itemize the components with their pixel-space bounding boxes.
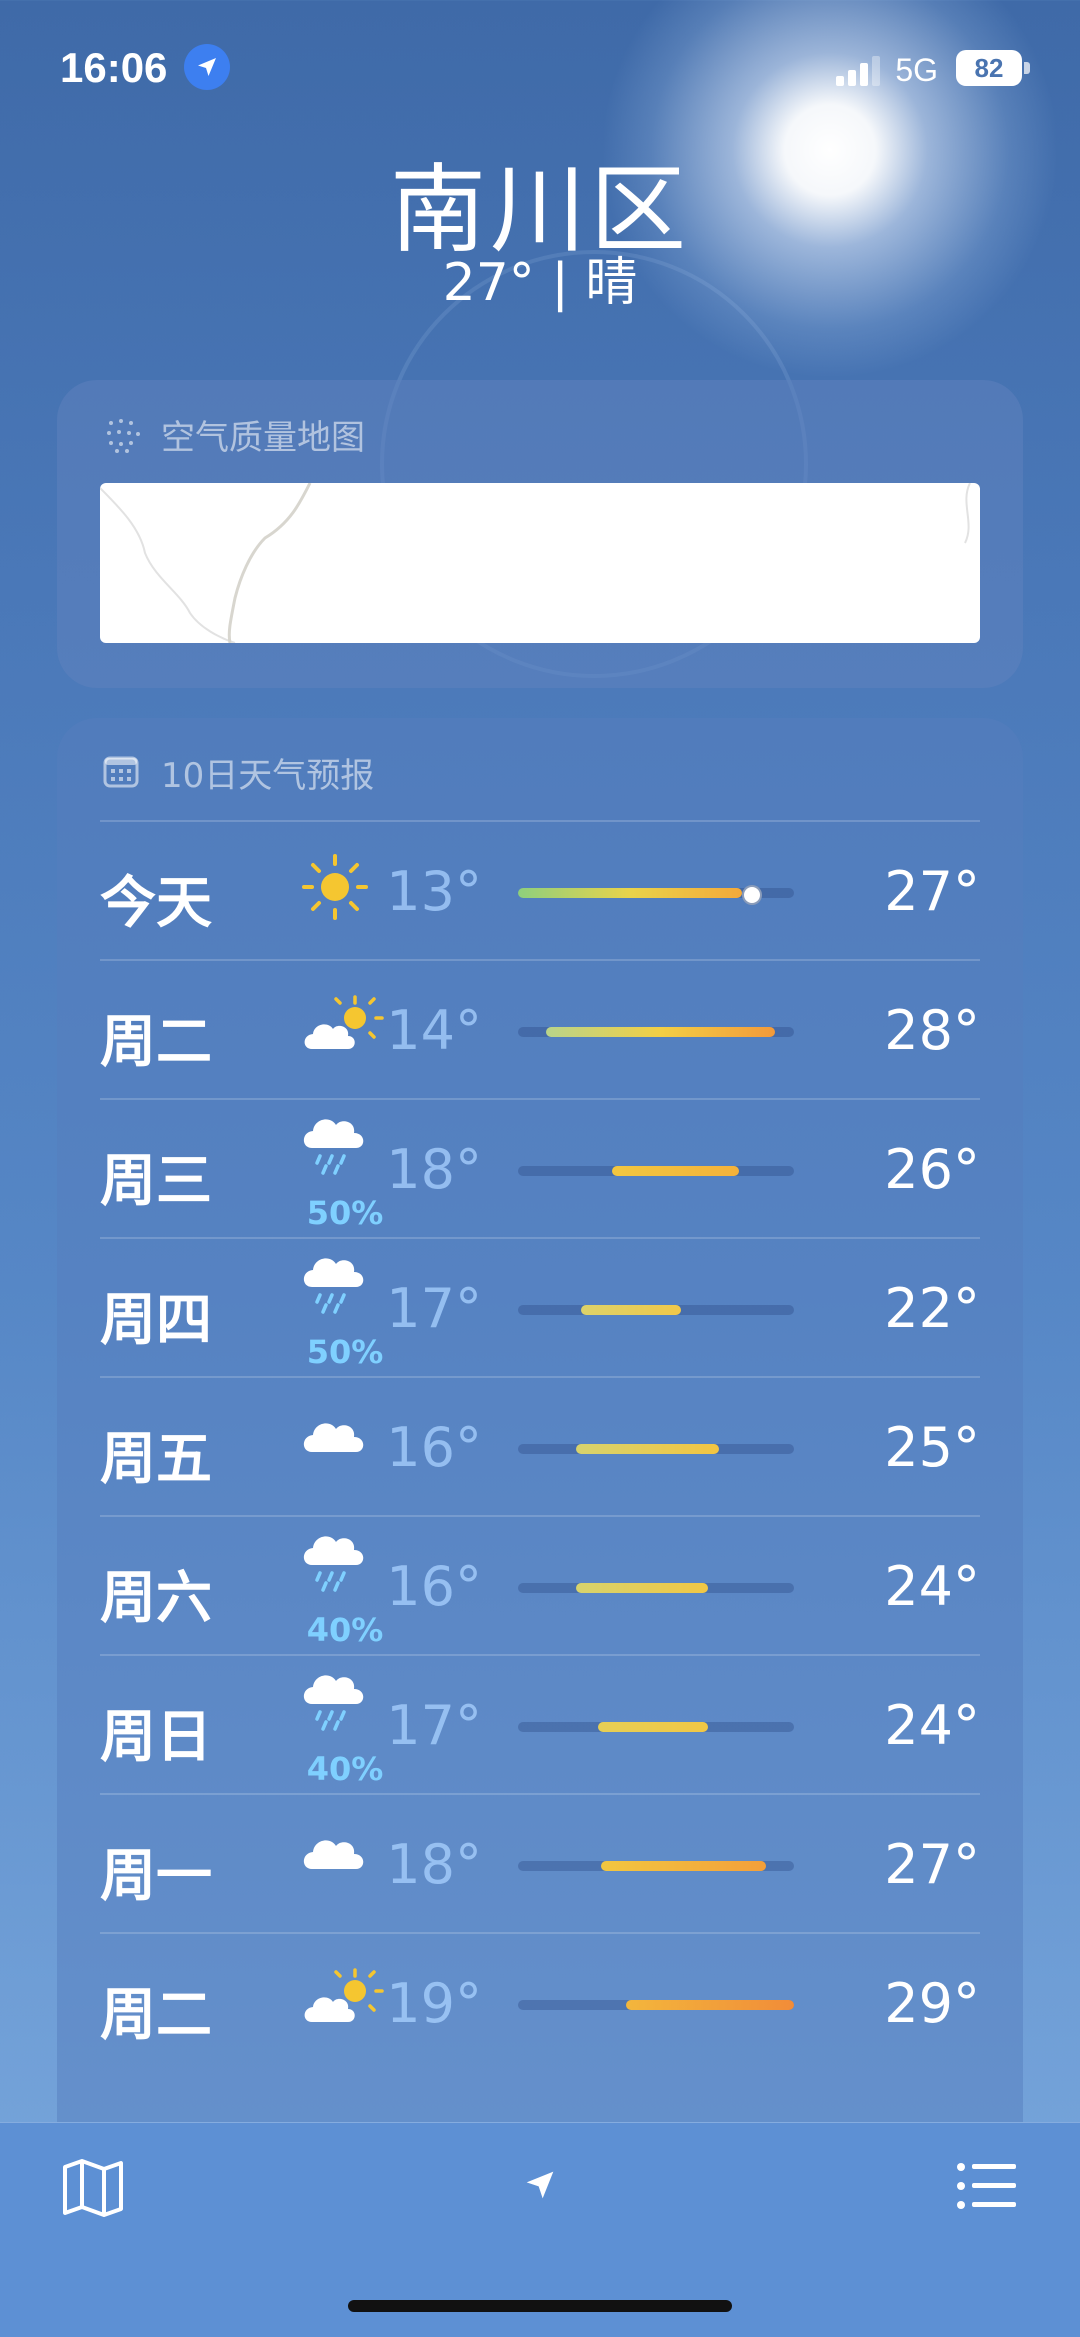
- temp-range-bar: [518, 1305, 794, 1315]
- high-temp: 29°: [884, 1972, 980, 2035]
- air-quality-header: 空气质量地图: [103, 410, 365, 459]
- high-temp: 26°: [884, 1138, 980, 1201]
- high-temp: 27°: [884, 1833, 980, 1896]
- high-temp: 28°: [884, 999, 980, 1062]
- temp-range-fill: [545, 1027, 775, 1037]
- forecast-day: 周日: [100, 1705, 212, 1770]
- low-temp: 18°: [386, 1138, 482, 1201]
- forecast-row[interactable]: 周四 50% 17° 22°: [100, 1237, 980, 1378]
- temp-range-fill: [575, 1583, 709, 1593]
- location-active-icon: [184, 44, 230, 90]
- forecast-day: 周一: [100, 1844, 212, 1909]
- temp-range-bar: [518, 2000, 794, 2010]
- status-bar: 16:06 5G 82: [60, 40, 1030, 100]
- low-temp: 17°: [386, 1277, 482, 1340]
- battery-icon: 82: [956, 50, 1022, 86]
- calendar-icon: [103, 753, 143, 793]
- location-arrow-icon[interactable]: [524, 2169, 556, 2205]
- forecast-row[interactable]: 今天 13° 27°: [100, 820, 980, 961]
- ten-day-forecast-card[interactable]: 10日天气预报 今天 13° 27° 周二 14° 28° 周三 50% 18° 26° 周四 50%…: [57, 718, 1023, 2337]
- air-quality-title: 空气质量地图: [161, 418, 365, 458]
- forecast-day: 今天: [100, 871, 212, 936]
- forecast-day: 周三: [100, 1149, 212, 1214]
- temp-range-fill: [598, 1722, 709, 1732]
- high-temp: 22°: [884, 1277, 980, 1340]
- map-icon[interactable]: [62, 2159, 124, 2221]
- forecast-day: 周二: [100, 1983, 212, 2048]
- low-temp: 17°: [386, 1694, 482, 1757]
- forecast-row[interactable]: 周一 18° 27°: [100, 1793, 980, 1934]
- low-temp: 16°: [386, 1555, 482, 1618]
- status-right: 5G 82: [770, 46, 1030, 90]
- signal-icon: [836, 56, 880, 86]
- low-temp: 16°: [386, 1416, 482, 1479]
- temp-range-bar: [518, 885, 794, 905]
- temp-range-fill: [600, 1861, 767, 1871]
- forecast-row[interactable]: 周二 14° 28°: [100, 959, 980, 1100]
- forecast-row[interactable]: 周三 50% 18° 26°: [100, 1098, 980, 1239]
- low-temp: 19°: [386, 1972, 482, 2035]
- forecast-row[interactable]: 周二 19° 29°: [100, 1932, 980, 2073]
- low-temp: 13°: [386, 860, 482, 923]
- high-temp: 24°: [884, 1555, 980, 1618]
- forecast-day: 周四: [100, 1288, 212, 1353]
- forecast-day: 周二: [100, 1010, 212, 1075]
- temp-range-bar: [518, 1027, 794, 1037]
- temp-range-fill: [581, 1305, 681, 1315]
- air-quality-map[interactable]: [100, 483, 980, 643]
- forecast-header: 10日天气预报: [103, 748, 374, 797]
- high-temp: 27°: [884, 860, 980, 923]
- home-indicator: [348, 2300, 732, 2312]
- status-time: 16:06: [60, 44, 168, 91]
- air-quality-card[interactable]: 空气质量地图: [57, 380, 1023, 688]
- air-quality-icon: [103, 415, 143, 455]
- low-temp: 18°: [386, 1833, 482, 1896]
- high-temp: 24°: [884, 1694, 980, 1757]
- forecast-day: 周六: [100, 1566, 212, 1631]
- forecast-row[interactable]: 周日 40% 17° 24°: [100, 1654, 980, 1795]
- temp-range-bar: [518, 1722, 794, 1732]
- forecast-row[interactable]: 周六 40% 16° 24°: [100, 1515, 980, 1656]
- low-temp: 14°: [386, 999, 482, 1062]
- battery-tip: [1024, 62, 1030, 74]
- temp-range-fill: [625, 2000, 794, 2010]
- temp-range-bar: [518, 1583, 794, 1593]
- forecast-row[interactable]: 周五 16° 25°: [100, 1376, 980, 1517]
- temp-range-fill: [518, 888, 742, 898]
- list-icon[interactable]: [956, 2161, 1018, 2215]
- network-type: 5G: [895, 52, 938, 88]
- temp-range-fill: [575, 1444, 720, 1454]
- forecast-day: 周五: [100, 1427, 212, 1492]
- current-temp-dot: [741, 885, 762, 905]
- forecast-title: 10日天气预报: [161, 756, 375, 796]
- high-temp: 25°: [884, 1416, 980, 1479]
- temp-range-bar: [518, 1444, 794, 1454]
- temp-range-bar: [518, 1166, 794, 1176]
- temp-range-fill: [611, 1166, 739, 1176]
- current-summary: 27° | 晴: [442, 253, 638, 313]
- temp-range-bar: [518, 1861, 794, 1871]
